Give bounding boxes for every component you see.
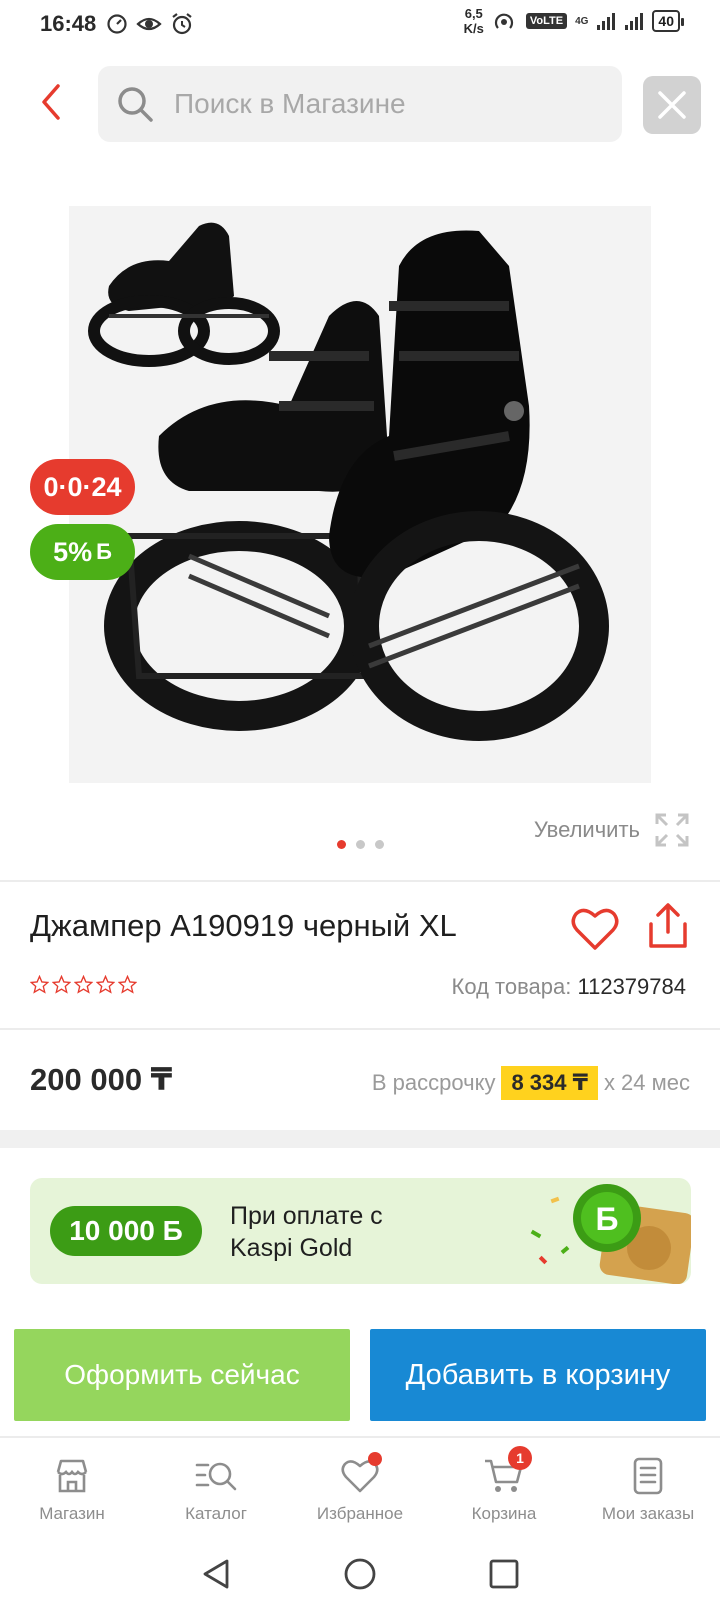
network-type: 4G xyxy=(575,15,589,27)
product-photo xyxy=(69,206,651,783)
tab-label: Корзина xyxy=(471,1504,537,1523)
kaspi-gold-card-illustration: Б xyxy=(530,1184,691,1284)
alarm-icon xyxy=(172,13,192,35)
close-icon xyxy=(658,91,686,119)
chevron-left-icon xyxy=(42,84,60,120)
favorite-button[interactable] xyxy=(570,904,620,954)
search-header xyxy=(0,62,720,144)
share-button[interactable] xyxy=(645,902,691,952)
pager-dot[interactable] xyxy=(355,840,365,849)
action-buttons: Оформить сейчас Добавить в корзину xyxy=(14,1329,706,1421)
status-bar: 16:48 6,5 K/s VoLTE 4G 40 xyxy=(0,0,720,48)
add-to-cart-button[interactable]: Добавить в корзину xyxy=(370,1329,706,1421)
network-speed: 6,5 K/s xyxy=(463,6,484,36)
tab-label: Мои заказы xyxy=(601,1504,695,1523)
star-outline-icon xyxy=(52,975,71,994)
star-outline-icon xyxy=(74,975,93,994)
bonus-badge: 5% Б xyxy=(30,524,135,580)
back-button[interactable] xyxy=(30,80,74,124)
heart-outline-icon xyxy=(571,908,619,950)
tab-orders[interactable]: Мои заказы xyxy=(576,1438,720,1536)
divider xyxy=(0,1028,720,1030)
pager-dot[interactable] xyxy=(374,840,384,849)
tab-label: Избранное xyxy=(316,1504,404,1523)
sku-label: Код товара: xyxy=(451,974,572,999)
nav-recents-icon[interactable] xyxy=(487,1557,521,1591)
bottom-tab-bar: Магазин Каталог Избранное 1 Корзина Мои … xyxy=(0,1436,720,1536)
image-pager xyxy=(0,840,720,849)
svg-text:Б: Б xyxy=(596,1201,619,1237)
status-time: 16:48 xyxy=(40,11,97,36)
divider xyxy=(0,880,720,882)
promo-text: При оплате с Kaspi Gold xyxy=(230,1202,383,1262)
star-outline-icon xyxy=(96,975,115,994)
tab-label: Каталог xyxy=(185,1504,247,1523)
product-sku: Код товара: 112379784 xyxy=(452,974,686,1000)
tab-catalog[interactable]: Каталог xyxy=(144,1438,288,1536)
product-image[interactable] xyxy=(69,206,651,783)
section-separator xyxy=(0,1130,720,1148)
bonus-amount-pill: 10 000 Б xyxy=(50,1206,202,1256)
product-title: Джампер A190919 черный XL xyxy=(30,908,457,943)
battery-indicator: 40 xyxy=(652,10,684,32)
catalog-icon xyxy=(195,1462,237,1491)
installment-badge: 0·0·24 xyxy=(30,459,135,515)
product-price: 200 000 ₸ xyxy=(30,1062,173,1097)
installment-label: В рассрочку xyxy=(371,1070,496,1095)
tab-cart[interactable]: 1 Корзина xyxy=(432,1438,576,1536)
nav-home-icon[interactable] xyxy=(343,1557,377,1591)
sku-value: 112379784 xyxy=(577,974,687,999)
tab-favorites[interactable]: Избранное xyxy=(288,1438,432,1536)
search-input[interactable] xyxy=(174,88,574,120)
installment-term: х 24 мес xyxy=(603,1070,690,1095)
volte-badge: VoLTE xyxy=(525,13,568,29)
checkout-button[interactable]: Оформить сейчас xyxy=(14,1329,350,1421)
tab-store[interactable]: Магазин xyxy=(0,1438,144,1536)
pager-dot-active[interactable] xyxy=(336,840,346,849)
cart-count-badge: 1 xyxy=(508,1446,532,1470)
orders-icon xyxy=(633,1457,663,1495)
close-button[interactable] xyxy=(643,76,701,134)
installment-info: В рассрочку 8 334 ₸ х 24 мес xyxy=(372,1066,690,1100)
tab-label: Магазин xyxy=(39,1504,105,1523)
search-box[interactable] xyxy=(98,66,622,142)
notification-dot xyxy=(368,1452,382,1466)
signal-icon-2 xyxy=(625,13,644,30)
store-icon xyxy=(56,1459,88,1493)
search-icon xyxy=(118,87,153,122)
rating-stars[interactable] xyxy=(30,975,137,994)
bonus-badge-percent: 5% xyxy=(53,536,93,567)
hotspot-icon xyxy=(494,13,513,29)
star-outline-icon xyxy=(30,975,49,994)
speedometer-icon xyxy=(107,14,127,34)
star-outline-icon xyxy=(118,975,137,994)
nav-back-icon[interactable] xyxy=(199,1557,233,1591)
eye-icon xyxy=(136,17,162,31)
bonus-badge-currency: Б xyxy=(96,539,112,564)
share-icon xyxy=(649,903,687,948)
signal-icon xyxy=(597,13,616,30)
kaspi-gold-promo[interactable]: 10 000 Б При оплате с Kaspi Gold Б xyxy=(30,1178,691,1284)
system-navigation-bar xyxy=(0,1536,720,1612)
installment-amount: 8 334 ₸ xyxy=(501,1066,598,1100)
